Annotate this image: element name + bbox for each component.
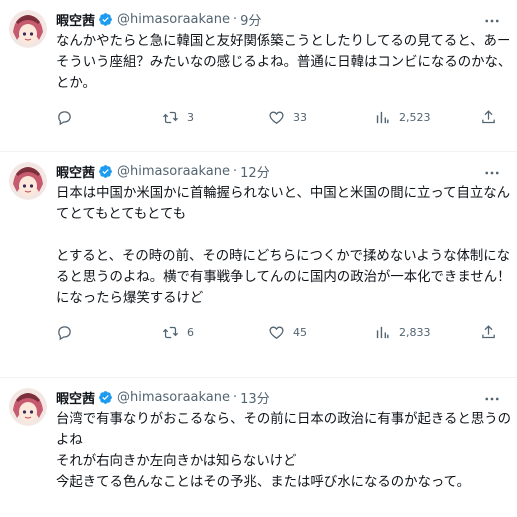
handle[interactable]: @himasoraakane [117, 12, 230, 27]
avatar[interactable] [9, 388, 47, 426]
tweet-header: 暇空茜 @himasoraakane · 9分 [56, 10, 501, 29]
handle[interactable]: @himasoraakane [117, 164, 230, 179]
display-name[interactable]: 暇空茜 [56, 388, 95, 407]
display-name[interactable]: 暇空茜 [56, 162, 95, 181]
like-button[interactable]: 33 [268, 109, 374, 126]
reply-icon [58, 325, 71, 340]
tweet[interactable]: 暇空茜 @himasoraakane · 13分 台湾で有事なりがおこるなら、そ… [0, 378, 517, 517]
verified-badge-icon [98, 390, 113, 405]
display-name[interactable]: 暇空茜 [56, 10, 95, 29]
tweet-text-line: になったら爆笑するけど [56, 291, 204, 306]
share-icon [482, 109, 495, 123]
like-count: 45 [293, 325, 307, 339]
tweet[interactable]: 暇空茜 @himasoraakane · 9分 なんかやたらと急に韓国と友好関係… [0, 0, 517, 152]
timestamp[interactable]: 12分 [240, 162, 270, 181]
retweet-button[interactable]: 3 [162, 109, 268, 126]
share-button[interactable] [480, 109, 497, 126]
tweet-text-line: とか。 [56, 76, 96, 91]
verified-badge-icon [98, 12, 113, 27]
tweet-text: 日本は中国か米国かに首輪握られないと、中国と米国の間に立って自立なん てとてもと… [56, 183, 511, 309]
views-chart-icon [376, 111, 389, 123]
tweet-text-line: ると思うのよね。横で有事戦争してんのに国内の政治が一本化できません！ [56, 270, 511, 285]
tweet-text: なんかやたらと急に韓国と友好関係築こうとしたりしてるの見てると、あー そういう座… [56, 31, 512, 94]
more-dots-icon[interactable] [483, 390, 501, 408]
heart-icon [269, 111, 284, 124]
views-button[interactable]: 2,523 [374, 109, 480, 126]
retweet-button[interactable]: 6 [162, 324, 268, 341]
views-chart-icon [376, 326, 389, 338]
more-dots-icon[interactable] [483, 164, 501, 182]
separator-dot: · [233, 164, 238, 179]
tweet-text-line: そういう座組？みたいなの感じるよね。普通に日韓はコンビになるのかな、 [56, 55, 512, 70]
reply-icon [58, 110, 71, 125]
avatar[interactable] [9, 162, 47, 200]
timeline-feed: 暇空茜 @himasoraakane · 9分 なんかやたらと急に韓国と友好関係… [0, 0, 517, 517]
tweet-text-line: よね [56, 433, 83, 448]
verified-badge-icon [98, 164, 113, 179]
separator-dot: · [233, 390, 238, 405]
tweet-header: 暇空茜 @himasoraakane · 12分 [56, 162, 501, 181]
tweet-text-line: 日本は中国か米国かに首輪握られないと、中国と米国の間に立って自立なん [56, 186, 511, 201]
retweet-count: 6 [187, 325, 194, 339]
share-button[interactable] [480, 324, 497, 341]
separator-dot: · [233, 12, 238, 27]
tweet-text-line: それが右向きか左向きかは知らないけど [56, 454, 297, 469]
tweet-text-line: とすると、その時の前、その時にどちらにつくかで揉めないような体制にな [56, 249, 511, 264]
retweet-icon [162, 111, 179, 123]
share-icon [482, 324, 495, 338]
view-count: 2,833 [399, 325, 431, 339]
tweet-actions: 3 33 2,523 [56, 104, 501, 138]
like-button[interactable]: 45 [268, 324, 374, 341]
retweet-icon [162, 326, 179, 338]
views-button[interactable]: 2,833 [374, 324, 480, 341]
timestamp[interactable]: 9分 [240, 10, 261, 29]
handle[interactable]: @himasoraakane [117, 390, 230, 405]
tweet-text-line: 今起きてる色んなことはその予兆、または呼び水になるのかなって。 [56, 475, 471, 490]
more-dots-icon[interactable] [483, 12, 501, 30]
reply-button[interactable] [56, 109, 162, 126]
timestamp[interactable]: 13分 [240, 388, 270, 407]
tweet[interactable]: 暇空茜 @himasoraakane · 12分 日本は中国か米国かに首輪握られ… [0, 152, 517, 378]
view-count: 2,523 [399, 110, 431, 124]
retweet-count: 3 [187, 110, 194, 124]
tweet-text-line: なんかやたらと急に韓国と友好関係築こうとしたりしてるの見てると、あー [56, 34, 511, 49]
tweet-header: 暇空茜 @himasoraakane · 13分 [56, 388, 501, 407]
tweet-text: 台湾で有事なりがおこるなら、その前に日本の政治に有事が起きると思うの よね それ… [56, 409, 512, 493]
tweet-text-line: てとてもとてもとても [56, 207, 187, 222]
heart-icon [269, 326, 284, 339]
avatar[interactable] [9, 10, 47, 48]
tweet-text-line [56, 225, 501, 246]
tweet-text-line: 台湾で有事なりがおこるなら、その前に日本の政治に有事が起きると思うの [56, 412, 512, 427]
tweet-actions: 6 45 2,833 [56, 319, 501, 353]
reply-button[interactable] [56, 324, 162, 341]
like-count: 33 [293, 110, 307, 124]
